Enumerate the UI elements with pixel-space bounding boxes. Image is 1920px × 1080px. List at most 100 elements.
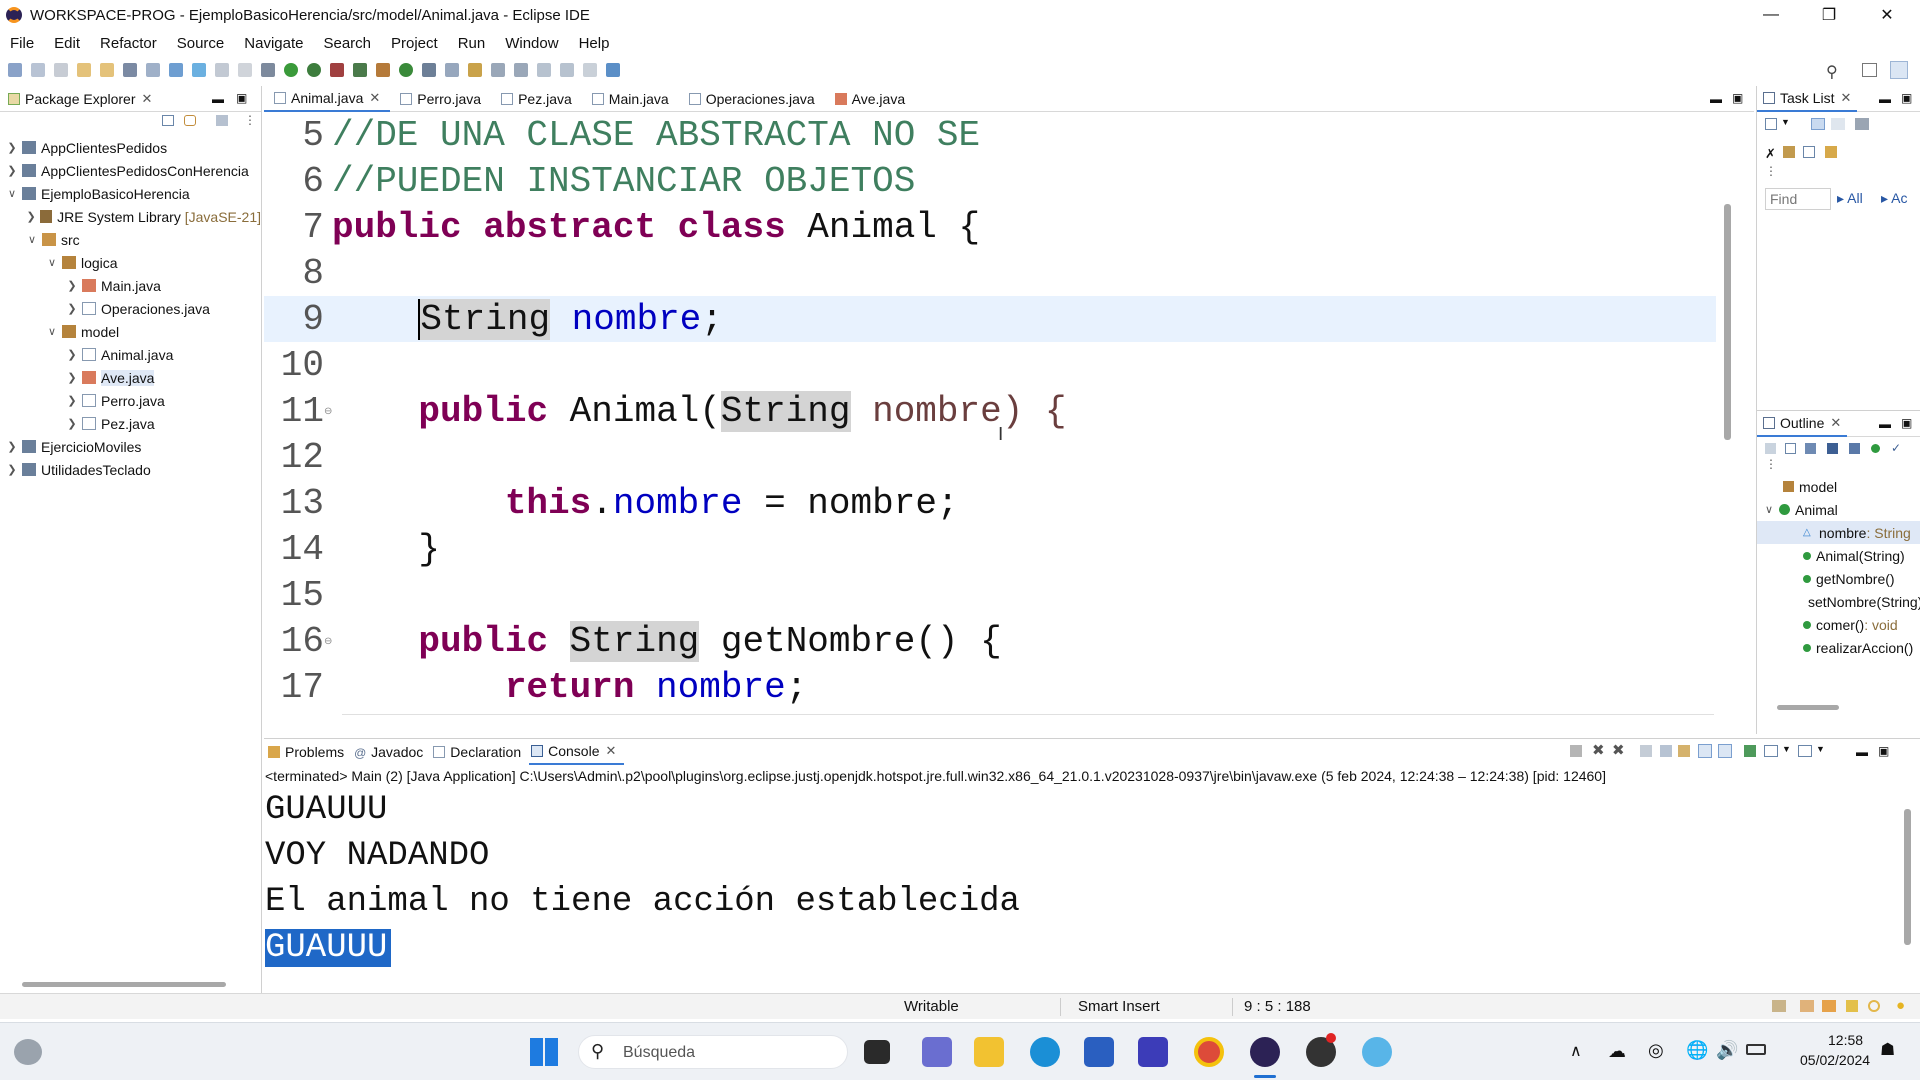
chevron-down-icon[interactable]: ∨ — [46, 325, 58, 338]
tab-console[interactable]: Console ✕ — [529, 739, 625, 765]
toggle-mark-icon[interactable] — [169, 63, 183, 77]
teams-icon[interactable] — [922, 1037, 952, 1067]
run-icon[interactable] — [284, 63, 298, 77]
restore-icon[interactable]: ❐ — [1806, 0, 1852, 30]
tip-icon[interactable]: ● — [1896, 997, 1905, 1014]
chevron-right-icon[interactable]: ❯ — [66, 371, 78, 384]
scroll-lock-icon[interactable] — [1660, 745, 1672, 757]
maximize-view-icon[interactable]: ▣ — [1901, 91, 1912, 105]
status-tray-icon[interactable] — [1800, 1000, 1814, 1012]
debug-icon[interactable] — [261, 63, 275, 77]
chrome-icon[interactable] — [1194, 1037, 1224, 1067]
chevron-right-icon[interactable]: ❯ — [66, 302, 78, 315]
chevron-down-icon[interactable]: ∨ — [1763, 503, 1775, 516]
close-icon[interactable]: ✕ — [1830, 415, 1841, 431]
chevron-down-icon[interactable]: ▼ — [1781, 117, 1790, 127]
volume-icon[interactable]: 🔊 — [1716, 1040, 1738, 1061]
menu-search[interactable]: Search — [323, 35, 371, 52]
prev-annotation-icon[interactable] — [514, 63, 528, 77]
tab-declaration[interactable]: Declaration — [431, 739, 529, 765]
file-explorer-icon[interactable] — [974, 1037, 1004, 1067]
hide-local-types-icon[interactable]: ✓ — [1891, 441, 1901, 455]
coverage-icon[interactable] — [307, 63, 321, 77]
terminal-icon[interactable] — [123, 63, 137, 77]
redo-icon[interactable] — [100, 63, 114, 77]
chevron-right-icon[interactable]: ❯ — [6, 463, 18, 476]
outline-item-package[interactable]: model — [1757, 475, 1920, 498]
show-stderr-icon[interactable] — [1718, 744, 1732, 758]
sort-icon[interactable] — [1805, 443, 1816, 454]
fold-icon[interactable]: ⊖ — [324, 636, 332, 648]
chevron-right-icon[interactable]: ❯ — [6, 164, 18, 177]
undo-icon[interactable] — [77, 63, 91, 77]
tree-item-appclientespedidosconherencia[interactable]: ❯ AppClientesPedidosConHerencia — [0, 159, 261, 182]
tree-item-jre-system-library[interactable]: ❯ JRE System Library [JavaSE-21] — [0, 205, 262, 228]
horizontal-scrollbar[interactable] — [1777, 705, 1839, 710]
save-all-icon[interactable] — [54, 63, 68, 77]
tab-problems[interactable]: Problems — [264, 739, 352, 765]
start-icon[interactable] — [530, 1038, 558, 1066]
link-editor-icon[interactable] — [184, 115, 196, 126]
view-menu-icon[interactable]: ⋮ — [1765, 164, 1777, 178]
tree-item-ave-java[interactable]: ❯ Ave.java — [0, 366, 261, 389]
chevron-right-icon[interactable]: ❯ — [66, 348, 78, 361]
menu-edit[interactable]: Edit — [54, 35, 80, 52]
categorize-icon[interactable] — [1811, 118, 1825, 130]
menu-help[interactable]: Help — [579, 35, 610, 52]
chevron-down-icon[interactable]: ∨ — [6, 187, 18, 200]
collapse-all-icon[interactable] — [162, 115, 174, 126]
chevron-down-icon[interactable]: ▼ — [1782, 744, 1791, 754]
collapse-icon[interactable] — [1803, 146, 1815, 158]
chevron-right-icon[interactable]: ❯ — [66, 394, 78, 407]
battery-icon[interactable] — [1746, 1044, 1766, 1055]
microphone-icon[interactable]: ◎ — [1648, 1040, 1664, 1061]
forward-icon[interactable] — [583, 63, 597, 77]
tab-ave-java[interactable]: Ave.java — [825, 86, 915, 112]
close-icon[interactable]: ✕ — [1840, 90, 1851, 106]
outline-item-method[interactable]: comer() : void — [1757, 613, 1920, 636]
close-icon[interactable]: ✕ — [369, 90, 380, 106]
java-perspective-icon[interactable] — [1890, 61, 1908, 79]
new-task-icon[interactable] — [1765, 118, 1777, 130]
taskbar-search-input[interactable]: ⚲ Búsqueda — [578, 1035, 848, 1069]
outline-item-method[interactable]: setNombre(String) — [1757, 590, 1920, 613]
pin-editor-icon[interactable] — [606, 63, 620, 77]
tab-outline[interactable]: Outline ✕ — [1757, 410, 1848, 437]
pin-console-icon[interactable] — [1744, 745, 1756, 757]
console-output[interactable]: GUAUUU VOY NADANDO El animal no tiene ac… — [264, 787, 1920, 971]
word-wrap-icon[interactable] — [1678, 745, 1690, 757]
remove-all-icon[interactable]: ✖ — [1612, 741, 1625, 759]
hide-static-icon[interactable] — [1849, 443, 1860, 454]
status-tray-icon[interactable] — [1868, 1000, 1880, 1012]
tree-item-logica[interactable]: ∨ logica — [0, 251, 261, 274]
menu-file[interactable]: File — [10, 35, 34, 52]
notifications-icon[interactable]: ☗ — [1880, 1040, 1895, 1060]
chevron-up-icon[interactable]: ∧ — [1570, 1041, 1582, 1061]
outline-item-method[interactable]: realizarAccion() — [1757, 636, 1920, 659]
last-edit-icon[interactable] — [537, 63, 551, 77]
tab-package-explorer[interactable]: Package Explorer ✕ — [0, 86, 162, 112]
sync-icon[interactable] — [1765, 443, 1776, 454]
maximize-view-icon[interactable]: ▣ — [1878, 744, 1889, 758]
tree-item-main-java[interactable]: ❯ Main.java — [0, 274, 261, 297]
collapse-all-icon[interactable] — [1785, 443, 1796, 454]
chevron-right-icon[interactable]: ❯ — [66, 279, 78, 292]
status-tray-icon[interactable] — [1822, 1000, 1836, 1012]
chevron-right-icon[interactable]: ❯ — [66, 417, 78, 430]
link-icon[interactable] — [1825, 146, 1837, 158]
task-view-icon[interactable] — [864, 1040, 890, 1064]
open-perspective-icon[interactable] — [1862, 63, 1877, 77]
snipping-tool-icon[interactable] — [1362, 1037, 1392, 1067]
sync-icon[interactable] — [1783, 146, 1795, 158]
menu-navigate[interactable]: Navigate — [244, 35, 303, 52]
external-tools-icon[interactable] — [330, 63, 344, 77]
close-window-icon[interactable]: ✕ — [1864, 0, 1910, 30]
chevron-down-icon[interactable]: ∨ — [46, 256, 58, 269]
back-icon[interactable] — [560, 63, 574, 77]
fold-icon[interactable]: ⊖ — [324, 406, 332, 418]
chevron-down-icon[interactable]: ▼ — [1816, 744, 1825, 754]
focus-icon[interactable] — [1855, 118, 1869, 130]
tab-javadoc[interactable]: @ Javadoc — [352, 739, 431, 765]
minimize-view-icon[interactable]: ▬ — [1879, 417, 1891, 431]
tree-item-ejerciciomoviles[interactable]: ❯ EjercicioMoviles — [0, 435, 261, 458]
